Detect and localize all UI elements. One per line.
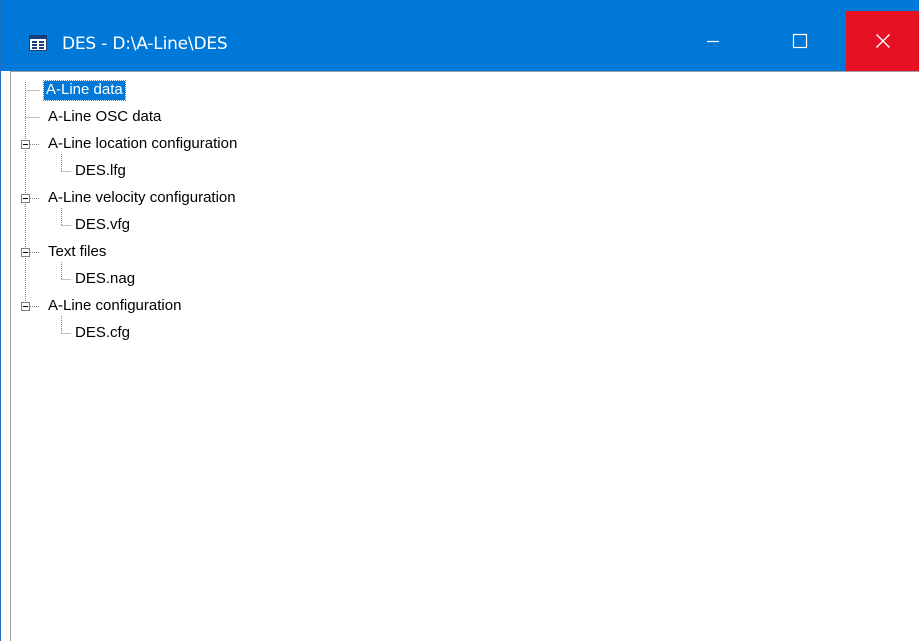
app-window-icon: [29, 35, 47, 51]
tree-view-panel[interactable]: A-Line data A-Line OSC data A-Line locat…: [10, 71, 919, 641]
close-icon: [875, 34, 890, 48]
maximize-icon: [792, 33, 807, 49]
collapse-toggle-textfiles[interactable]: [21, 248, 30, 257]
window-title: DES - D:\A-Line\DES: [62, 34, 228, 54]
tree-item-aline-data[interactable]: A-Line data: [43, 80, 126, 101]
tree-item-text-files[interactable]: Text files: [46, 243, 108, 262]
tree-item-aline-configuration[interactable]: A-Line configuration: [46, 297, 183, 316]
collapse-toggle-configuration[interactable]: [21, 302, 30, 311]
close-button[interactable]: [846, 11, 919, 71]
tree-item-des-nag[interactable]: DES.nag: [73, 270, 137, 289]
tree-item-aline-osc-data[interactable]: A-Line OSC data: [46, 108, 163, 127]
tree-item-des-cfg[interactable]: DES.cfg: [73, 324, 132, 343]
tree-item-des-vfg[interactable]: DES.vfg: [73, 216, 132, 235]
collapse-toggle-velocity[interactable]: [21, 194, 30, 203]
tree-item-location-configuration[interactable]: A-Line location configuration: [46, 135, 239, 154]
collapse-toggle-location[interactable]: [21, 140, 30, 149]
tree-item-velocity-configuration[interactable]: A-Line velocity configuration: [46, 189, 238, 208]
minimize-icon: [706, 40, 719, 43]
tree-view[interactable]: A-Line data A-Line OSC data A-Line locat…: [11, 72, 919, 641]
title-bar[interactable]: DES - D:\A-Line\DES: [1, 0, 919, 71]
maximize-button[interactable]: [768, 11, 831, 71]
app-window: DES - D:\A-Line\DES A-Line data A-Line O…: [0, 0, 919, 641]
minimize-button[interactable]: [681, 11, 744, 71]
tree-item-des-lfg[interactable]: DES.lfg: [73, 162, 128, 181]
